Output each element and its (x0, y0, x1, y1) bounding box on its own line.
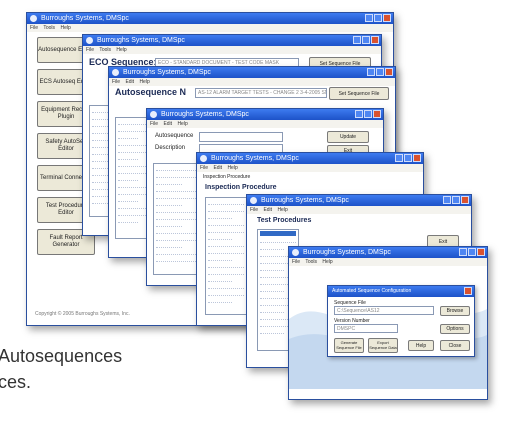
caption-line-1: Autosequences (0, 346, 123, 366)
app-icon (86, 37, 93, 44)
maximize-icon[interactable] (362, 36, 370, 44)
description-label: Description (155, 145, 186, 151)
close-icon[interactable] (383, 14, 391, 22)
maximize-icon[interactable] (404, 154, 412, 162)
eco-window-title: Burroughs Systems, DMSpc (97, 37, 185, 44)
close-icon[interactable] (477, 248, 485, 256)
close-icon[interactable] (385, 68, 393, 76)
minimize-icon[interactable] (459, 248, 467, 256)
autosequence-field[interactable]: AS-12 ALARM TARGET TESTS - CHANGE 2 3-4-… (195, 88, 327, 98)
export-sequence-data-button[interactable]: Export Sequence Data (368, 338, 398, 353)
window-controls (355, 110, 381, 118)
close-icon[interactable] (461, 196, 469, 204)
dialog-title: Automated Sequence Configuration (332, 288, 412, 294)
inspection-tab-label[interactable]: Inspection Procedure (203, 174, 250, 180)
menu-help[interactable]: Help (60, 25, 70, 31)
generate-sequence-file-button[interactable]: Generate Sequence File (334, 338, 364, 353)
inspection-step-list[interactable] (205, 197, 247, 315)
browse-button[interactable]: Browse (440, 306, 470, 316)
main-window-title-bar[interactable]: Burroughs Systems, DMSpc (27, 13, 393, 24)
detail-window-title: Burroughs Systems, DMSpc (161, 111, 249, 118)
window-controls (443, 196, 469, 204)
detail-menu-bar: File Edit Help (147, 120, 383, 128)
test-procedures-window-title: Burroughs Systems, DMSpc (261, 197, 349, 204)
window-controls (365, 14, 391, 22)
close-icon[interactable] (464, 287, 472, 295)
minimize-icon[interactable] (365, 14, 373, 22)
autosequence-input[interactable] (199, 132, 283, 142)
detail-grid[interactable] (153, 163, 199, 275)
autosequence-label: Autosequence (155, 133, 194, 139)
configuration-menu-bar: File Tools Help (289, 258, 487, 266)
copyright-text: Copyright © 2005 Burroughs Systems, Inc. (35, 311, 130, 317)
app-icon (292, 249, 299, 256)
minimize-icon[interactable] (355, 110, 363, 118)
window-controls (395, 154, 421, 162)
configuration-window: Burroughs Systems, DMSpc File Tools Help… (288, 246, 488, 400)
close-icon[interactable] (371, 36, 379, 44)
dialog-controls (464, 287, 472, 295)
sequence-file-input[interactable]: C:\Sequence\AS12 (334, 306, 434, 315)
maximize-icon[interactable] (364, 110, 372, 118)
autosequence-heading: Autosequence N (115, 87, 187, 97)
menu-file[interactable]: File (30, 25, 38, 31)
caption-line-2: ces. (0, 372, 32, 392)
configuration-window-title-bar[interactable]: Burroughs Systems, DMSpc (289, 247, 487, 258)
app-icon (150, 111, 157, 118)
test-procedures-menu-bar: File Edit Help (247, 206, 471, 214)
app-icon (30, 15, 37, 22)
eco-menu-bar: File Tools Help (83, 46, 381, 54)
autosequence-menu-bar: File Edit Help (109, 78, 395, 86)
eco-window-title-bar[interactable]: Burroughs Systems, DMSpc (83, 35, 381, 46)
set-sequence-file-button[interactable]: Set Sequence File (329, 87, 389, 100)
help-button[interactable]: Help (408, 340, 434, 351)
maximize-icon[interactable] (468, 248, 476, 256)
window-controls (353, 36, 379, 44)
options-button[interactable]: Options (440, 324, 470, 334)
maximize-icon[interactable] (374, 14, 382, 22)
close-button[interactable]: Close (440, 340, 470, 351)
inspection-window-title-bar[interactable]: Burroughs Systems, DMSpc (197, 153, 423, 164)
close-icon[interactable] (413, 154, 421, 162)
app-icon (250, 197, 257, 204)
inspection-procedure-heading: Inspection Procedure (205, 184, 277, 191)
test-procedures-heading: Test Procedures (257, 217, 312, 224)
update-button[interactable]: Update (327, 131, 369, 143)
dialog-title-bar[interactable]: Automated Sequence Configuration (328, 286, 474, 297)
maximize-icon[interactable] (452, 196, 460, 204)
menu-tools[interactable]: Tools (43, 25, 55, 31)
version-number-input[interactable]: DMSPC (334, 324, 398, 333)
app-icon (200, 155, 207, 162)
main-menu-bar: File Tools Help (27, 24, 393, 32)
minimize-icon[interactable] (443, 196, 451, 204)
configuration-window-title: Burroughs Systems, DMSpc (303, 249, 391, 256)
autosequence-window-title-bar[interactable]: Burroughs Systems, DMSpc (109, 67, 395, 78)
minimize-icon[interactable] (367, 68, 375, 76)
app-icon (112, 69, 119, 76)
inspection-menu-bar: File Edit Help (197, 164, 423, 172)
test-procedures-title-bar[interactable]: Burroughs Systems, DMSpc (247, 195, 471, 206)
autosequence-window-title: Burroughs Systems, DMSpc (123, 69, 211, 76)
minimize-icon[interactable] (353, 36, 361, 44)
window-controls (459, 248, 485, 256)
main-window-title: Burroughs Systems, DMSpc (41, 15, 129, 22)
window-controls (367, 68, 393, 76)
minimize-icon[interactable] (395, 154, 403, 162)
inspection-window-title: Burroughs Systems, DMSpc (211, 155, 299, 162)
close-icon[interactable] (373, 110, 381, 118)
maximize-icon[interactable] (376, 68, 384, 76)
detail-window-title-bar[interactable]: Burroughs Systems, DMSpc (147, 109, 383, 120)
sequence-dialog: Automated Sequence Configuration Sequenc… (327, 285, 475, 357)
